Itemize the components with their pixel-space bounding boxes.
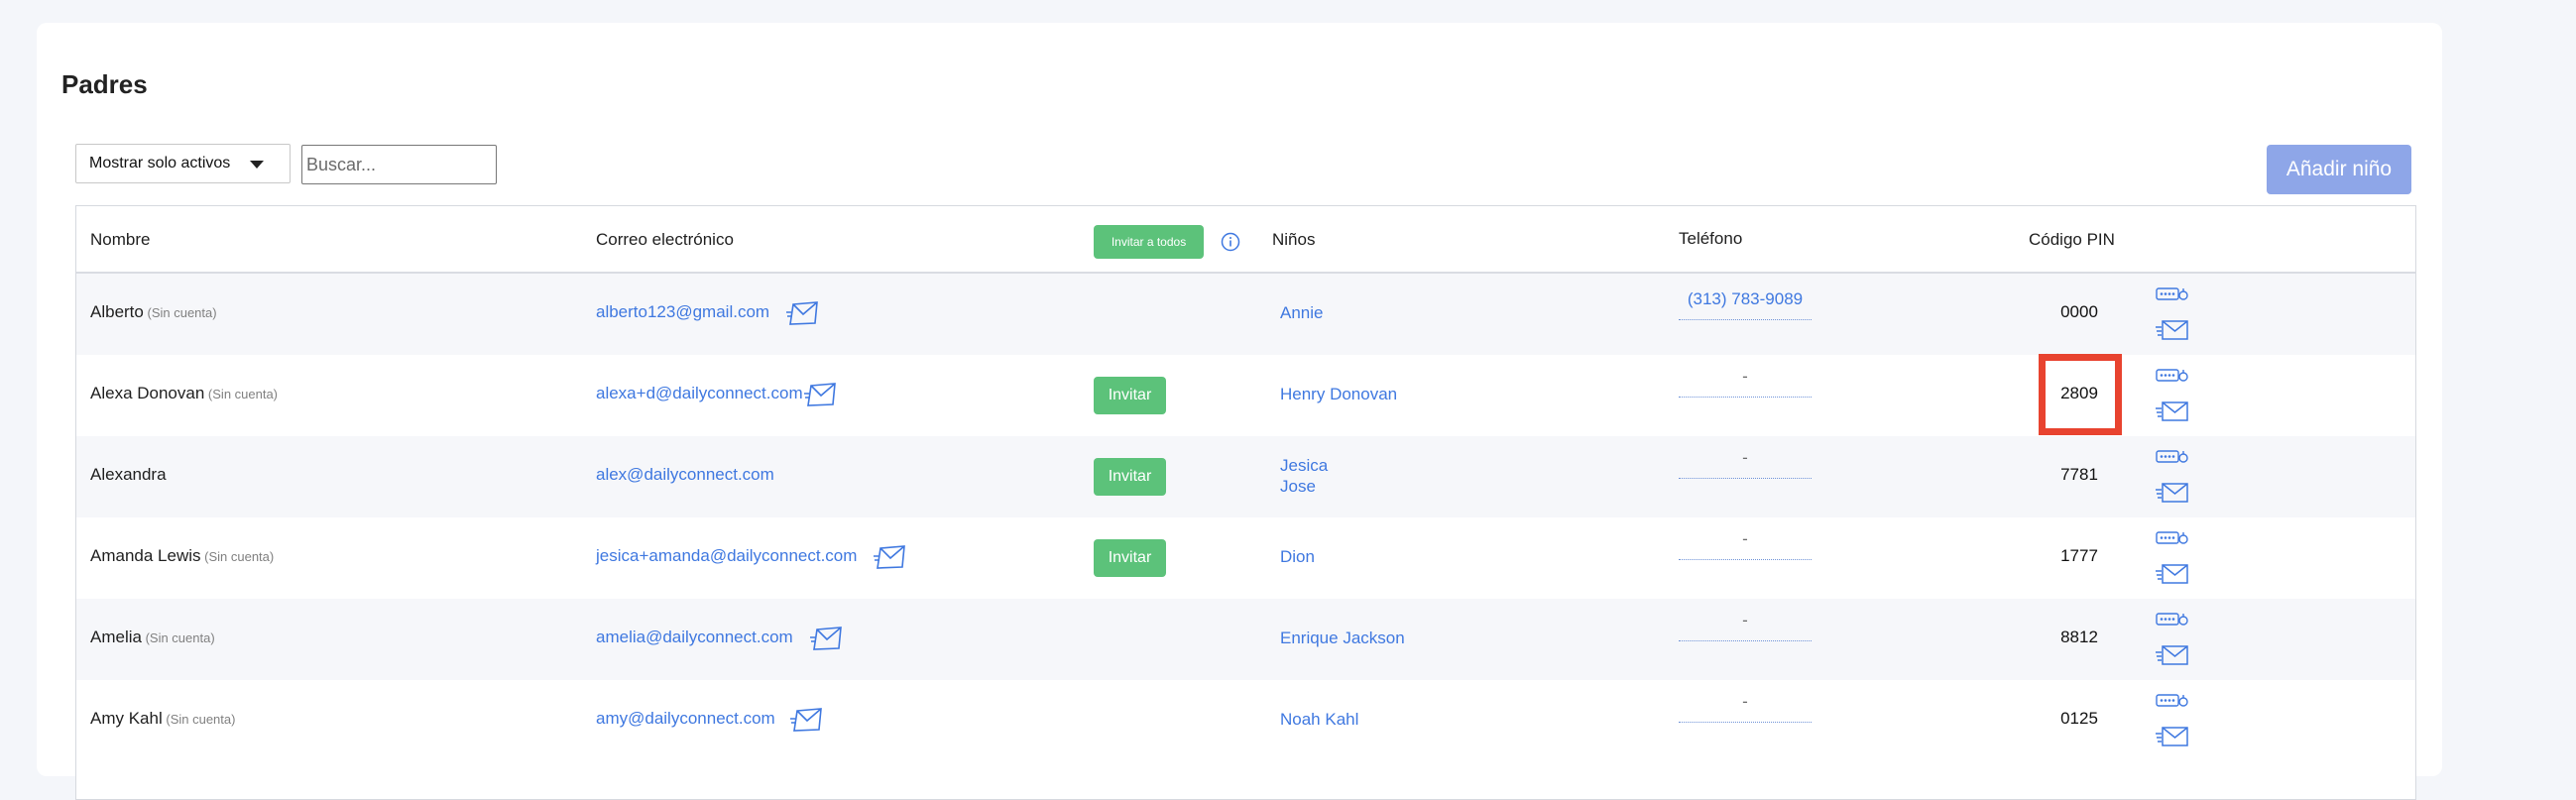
kids-list: Henry Donovan xyxy=(1280,384,1397,404)
parent-email-link[interactable]: amelia@dailyconnect.com xyxy=(596,628,793,647)
parent-name: Alberto (Sin cuenta) xyxy=(90,302,217,322)
pin-email-icon[interactable] xyxy=(2156,400,2189,422)
kids-list: Enrique Jackson xyxy=(1280,628,1405,648)
parent-name: Amy Kahl (Sin cuenta) xyxy=(90,709,235,729)
table-row: Alexandra alex@dailyconnect.com Invitar Jes… xyxy=(76,436,2415,517)
send-email-icon[interactable] xyxy=(786,300,820,326)
invite-button[interactable]: Invitar xyxy=(1094,377,1166,414)
parent-name-text: Alexa Donovan xyxy=(90,384,205,402)
table-row: Amelia (Sin cuenta) amelia@dailyconnect.c… xyxy=(76,599,2415,680)
parent-name-text: Amanda Lewis xyxy=(90,546,201,565)
parent-email-link[interactable]: alberto123@gmail.com xyxy=(596,302,769,322)
pin-email-icon[interactable] xyxy=(2156,563,2189,585)
chevron-down-icon xyxy=(250,161,264,169)
kid-link[interactable]: Jose xyxy=(1280,476,1328,497)
pin-key-icon[interactable] xyxy=(2156,612,2189,628)
kid-link[interactable]: Noah Kahl xyxy=(1280,709,1358,730)
pin-code: 8812 xyxy=(2060,628,2098,646)
kid-link[interactable]: Jesica xyxy=(1280,455,1328,476)
add-child-button[interactable]: Añadir niño xyxy=(2267,145,2411,194)
no-account-note: (Sin cuenta) xyxy=(141,630,215,645)
kids-list: Noah Kahl xyxy=(1280,709,1358,730)
active-filter-select[interactable]: Mostrar solo activos xyxy=(75,144,291,183)
parent-email-link[interactable]: alex@dailyconnect.com xyxy=(596,465,774,485)
phone-field[interactable]: - xyxy=(1679,448,1812,479)
invite-button[interactable]: Invitar xyxy=(1094,458,1166,496)
pin-key-icon[interactable] xyxy=(2156,530,2189,546)
parent-name: Amanda Lewis (Sin cuenta) xyxy=(90,546,274,566)
phone-field[interactable]: (313) 783-9089 xyxy=(1679,289,1812,320)
pin-key-icon[interactable] xyxy=(2156,368,2189,384)
kids-list: Annie xyxy=(1280,302,1323,323)
kids-list: Jesica Jose xyxy=(1280,455,1328,497)
pin-code: 1777 xyxy=(2060,546,2098,565)
kids-list: Dion xyxy=(1280,546,1315,567)
parent-name-text: Amelia xyxy=(90,628,142,646)
send-email-icon[interactable] xyxy=(874,544,907,570)
page-title: Padres xyxy=(61,69,148,99)
highlight-box xyxy=(2039,354,2122,435)
column-header-email[interactable]: Correo electrónico xyxy=(596,230,734,250)
pin-email-icon[interactable] xyxy=(2156,644,2189,666)
info-icon[interactable] xyxy=(1221,232,1240,252)
table-row: Amanda Lewis (Sin cuenta) jesica+amanda@d… xyxy=(76,517,2415,599)
pin-code: 0125 xyxy=(2060,709,2098,728)
pin-email-icon[interactable] xyxy=(2156,726,2189,747)
kid-link[interactable]: Annie xyxy=(1280,302,1323,323)
parent-email-link[interactable]: jesica+amanda@dailyconnect.com xyxy=(596,546,857,566)
invite-button[interactable]: Invitar xyxy=(1094,539,1166,577)
filter-select-value: Mostrar solo activos xyxy=(89,155,231,171)
table-row: Alberto (Sin cuenta) alberto123@gmail.com… xyxy=(76,274,2415,355)
phone-field[interactable]: - xyxy=(1679,692,1812,723)
column-header-kids[interactable]: Niños xyxy=(1272,230,1315,250)
pin-key-icon[interactable] xyxy=(2156,449,2189,465)
parent-name-text: Alexandra xyxy=(90,465,167,484)
invite-all-button[interactable]: Invitar a todos xyxy=(1094,225,1204,259)
send-email-icon[interactable] xyxy=(790,707,824,733)
pin-key-icon[interactable] xyxy=(2156,693,2189,709)
pin-email-icon[interactable] xyxy=(2156,482,2189,504)
parent-name: Alexandra xyxy=(90,465,167,485)
column-header-phone[interactable]: Teléfono xyxy=(1679,229,1742,249)
pin-code: 0000 xyxy=(2060,302,2098,321)
kid-link[interactable]: Enrique Jackson xyxy=(1280,628,1405,648)
send-email-icon[interactable] xyxy=(810,626,844,651)
search-input[interactable] xyxy=(301,145,497,184)
column-header-name[interactable]: Nombre xyxy=(90,230,150,250)
no-account-note: (Sin cuenta) xyxy=(143,305,217,320)
no-account-note: (Sin cuenta) xyxy=(162,712,236,727)
phone-field[interactable]: - xyxy=(1679,367,1812,398)
pin-code: 7781 xyxy=(2060,465,2098,484)
kid-link[interactable]: Henry Donovan xyxy=(1280,384,1397,404)
pin-email-icon[interactable] xyxy=(2156,319,2189,341)
parent-email-link[interactable]: alexa+d@dailyconnect.com xyxy=(596,384,803,403)
kid-link[interactable]: Dion xyxy=(1280,546,1315,567)
parent-name-text: Alberto xyxy=(90,302,144,321)
parent-name-text: Amy Kahl xyxy=(90,709,163,728)
pin-key-icon[interactable] xyxy=(2156,286,2189,302)
no-account-note: (Sin cuenta) xyxy=(204,387,279,401)
parent-name: Amelia (Sin cuenta) xyxy=(90,628,215,647)
phone-field[interactable]: - xyxy=(1679,611,1812,641)
column-header-pin[interactable]: Código PIN xyxy=(2029,230,2115,250)
table-row: Amy Kahl (Sin cuenta) amy@dailyconnect.co… xyxy=(76,680,2415,761)
parent-name: Alexa Donovan (Sin cuenta) xyxy=(90,384,278,403)
send-email-icon[interactable] xyxy=(804,382,838,407)
table-header: Nombre Correo electrónico Invitar a todo… xyxy=(76,206,2415,274)
phone-field[interactable]: - xyxy=(1679,529,1812,560)
no-account-note: (Sin cuenta) xyxy=(200,549,275,564)
parent-email-link[interactable]: amy@dailyconnect.com xyxy=(596,709,775,729)
parents-table: Nombre Correo electrónico Invitar a todo… xyxy=(75,205,2416,800)
